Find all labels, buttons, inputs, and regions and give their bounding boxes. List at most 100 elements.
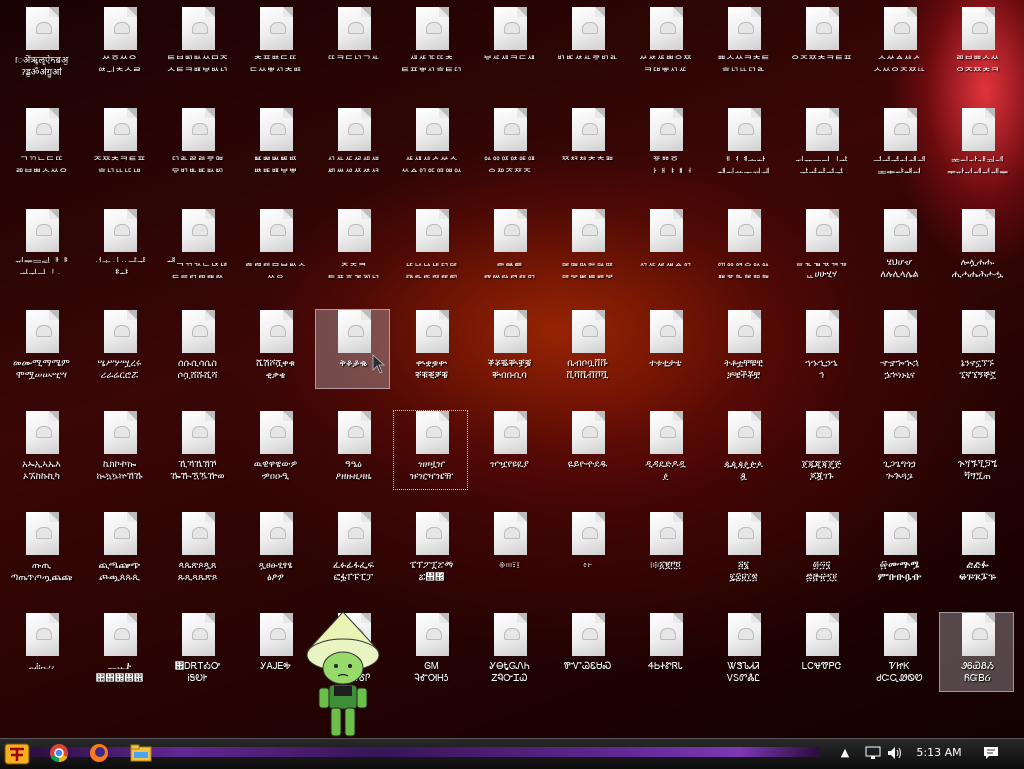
desktop-file-icon[interactable]: ᆴᆵᆶᆷᆸᆹᆺ ᆻᆼ xyxy=(237,208,312,288)
desktop-file-icon[interactable]: ᄽᄷᄹᄈᄋᄍ ᄏᄃᄇᄬᄭᄯ xyxy=(627,6,702,86)
desktop-file-icon[interactable]: ኺኻኼኽኾ ዀዂዃዄዅወ xyxy=(159,410,234,490)
desktop-file-icon[interactable]: ᅑᅒᅓᅔᅕᅖ xyxy=(549,107,624,187)
desktop-file-icon[interactable]: ᄐᄇᄢᄡᄊᄆᄌ ᄉᄐᄏᄪᄫᄡᄓ xyxy=(159,6,234,86)
desktop-file-icon[interactable]: ፔፕፖፗፘፙ ፚ፛፜፝፞፟ xyxy=(393,511,468,591)
desktop-file-icon[interactable]: ᅱᅲᅳᅴᅵᅶ ᅷᅸᅹᅺᅻ xyxy=(783,107,858,187)
desktop-file-icon[interactable]: ᇹᇺᇻᇼᇽᇾ ᇿሀሁሂሃ xyxy=(783,208,858,288)
desktop-file-icon[interactable]: ᎶᎷ ᎸᎹᎺᎻᎼ xyxy=(393,612,468,692)
desktop-file-icon[interactable]: ጡጢ ጣጤጥጦጧጨጩ xyxy=(3,511,78,591)
desktop-file-icon[interactable]: ᄉᄽᅀᄻᄼ ᄉᄊᄋᄌᄍᄔ xyxy=(861,6,936,86)
character-widget[interactable] xyxy=(298,610,388,738)
desktop-file-icon[interactable]: ዲዳዴድዶዷ ዸ xyxy=(627,410,702,490)
desktop-file-icon[interactable]: ᅗᅘᅙ ᅠᅡᅢᅣᅤᅥ xyxy=(627,107,702,187)
desktop-file-icon[interactable]: ኬክኮኯኰ ኲኳኴኵኸኹ xyxy=(81,410,156,490)
desktop-file-icon[interactable]: ᄺᄹᄀᄃᄄᄎ ᄐᄑᄬᄭᄒᄐᄗ xyxy=(393,6,468,86)
desktop-file-icon[interactable]: ᇧᇨᇩᇪᇫᇬ xyxy=(627,208,702,288)
desktop-file-icon[interactable]: ተቱቲታቴ xyxy=(627,309,702,389)
desktop-file-icon[interactable]: ᄈᄉᄊᄏᄎᄐ ᄒᄓᄔᄗᄘ xyxy=(705,6,780,86)
desktop-file-icon[interactable]: ᇛᇜᇝᇞᇟᇠ ᇡᇢᇣᇤᇥᇦ xyxy=(549,208,624,288)
desktop-file-icon[interactable]: ᅆᅇᅈᅉᅊᅋ ᅌᅍᅎᅏᅐ xyxy=(471,107,546,187)
desktop-file-icon[interactable]: ኆኇኈኊኋ ኌኍነኑኒና xyxy=(861,309,936,389)
file-name-label: ᏔᏕᏖᏗᏘ ᏙᏚᏛᏜᏝ xyxy=(726,661,761,684)
desktop-file-icon[interactable]: ሼሽሾሿቀቁ ቂቃቄ xyxy=(237,309,312,389)
desktop-file-icon[interactable]: ፭፮ ፯፰፱፲፳ xyxy=(705,511,780,591)
desktop-file-icon[interactable]: ዦዧየዩዪያ xyxy=(471,410,546,490)
desktop-file-icon[interactable]: ዝዞዟዠ ዡዢዣዤዥ xyxy=(393,410,468,490)
desktop-file-icon[interactable]: ዹዺዻዼዽዾ ዿ xyxy=(705,410,780,490)
desktop-file-icon[interactable]: መሙሚማሜም ሞሟሠሡሢሣ xyxy=(3,309,78,389)
desktop-file-icon[interactable]: ጊጋጌግጎጏ ጐጒጓጔ xyxy=(861,410,936,490)
clock[interactable]: 5:13 AM xyxy=(910,744,968,762)
desktop-file-icon[interactable]: ፠፡።፣፤ xyxy=(471,511,546,591)
desktop-file-icon[interactable]: ፧፨፩፪፫፬ xyxy=(627,511,702,591)
desktop-file-icon[interactable]: ᄞᄠᄷᄮᄛᄞᄘ xyxy=(549,6,624,86)
desktop-file-icon[interactable]: ቤብቦቧቨቩ ቪቫቬቭቮቯ xyxy=(549,309,624,389)
desktop-file-icon[interactable]: ጕጘጙጚጛጜ ጝጞጟጠ xyxy=(939,410,1014,490)
desktop-file-icon[interactable]: ᏤᏥᏦ ᏧᏨᏩᏪᏫᏬ xyxy=(861,612,936,692)
desktop-file-icon[interactable]: ᄣᄤᄥᄦᄧ ᄨᄩᄪᄫᄬ xyxy=(237,107,312,187)
desktop-file-icon[interactable]: ᅼᅽᅾᅿᆀᆁ ᆂᆃᆄᆅᆆ xyxy=(861,107,936,187)
desktop-file-icon[interactable]: ጀጁጂጃጄጅ ጆጇገጉ xyxy=(783,410,858,490)
desktop-file-icon[interactable]: ቅቆቇቈ xyxy=(315,309,390,389)
desktop-file-icon[interactable]: ॎऄ॑ॠॡऐॸॿॶ ॽॾॖॐॳॻॗॴ xyxy=(3,6,78,86)
desktop-file-icon[interactable]: ᎽᎾᎿᏀᏁᏂ ᏃᏄᏅᏆᏇ xyxy=(471,612,546,692)
desktop-file-icon[interactable]: ᄅᄆᄇᄈᄉᄊ ᄋᄌᄍᄎᄏ xyxy=(939,6,1014,86)
desktop-file-icon[interactable]: ሤሥሦሧረሩ ሪራሬርሮሯ xyxy=(81,309,156,389)
desktop-file-icon[interactable]: ᄽᅙᄊᄋ ᅉᅠᅱᅕᄉᄅ xyxy=(81,6,156,86)
desktop-file-icon[interactable]: ᄭᄮᄯᄰᄱᄲ ᄳᄴᄵᄶᄷᄸ xyxy=(315,107,390,187)
desktop-file-icon[interactable]: ዬይዮዯደዱ xyxy=(549,410,624,490)
desktop-file-icon[interactable]: ጪጫጬጭ ጮጯጰጱጲ xyxy=(81,511,156,591)
desktop-file-icon[interactable]: ᄋᄌᄍᄎᄏᄐᄑ xyxy=(783,6,858,86)
desktop-file-icon[interactable]: ᄫᄯᄺᄏᄃᄺ xyxy=(471,6,546,86)
show-hidden-icons-chevron-icon[interactable]: ▲ xyxy=(838,744,852,762)
firefox-icon[interactable] xyxy=(85,741,113,765)
desktop-file-icon[interactable]: ᇭᇮᇯᇰᇱᇲ ᇳᇴᇵᇶᇷᇸ xyxy=(705,208,780,288)
desktop-file-icon[interactable]: ᄌᄍᄎᄏᄐᄑ ᄒᄓᄔᄕᄖ xyxy=(81,107,156,187)
desktop-file-icon[interactable]: ዉዊዋዌውዎ ዏዐዑዒ xyxy=(237,410,312,490)
desktop-file-icon[interactable]: ᎐᎑᎒᎓᎔᎕᎖ xyxy=(3,612,78,692)
desktop-file-icon[interactable]: ᎈᎉᎊ ᎋᎌᎍᎎᎏ xyxy=(939,511,1014,591)
desktop-file-icon[interactable]: ᏎᏏᏐᏑᏒᏓ xyxy=(627,612,702,692)
desktop-file-icon[interactable]: ᎗᎘᎙ ᎚᎛᎜᎝᎞ xyxy=(81,612,156,692)
desktop-file-icon[interactable]: ᏔᏕᏖᏗᏘ ᏙᏚᏛᏜᏝ xyxy=(705,612,780,692)
desktop-file-icon[interactable]: ᇒᇓᇔ ᇕᇖᇗᇘᇙᇚ xyxy=(471,208,546,288)
desktop-file-icon[interactable]: አኡኢኣኤእ ኦኧከኩኪካ xyxy=(3,410,78,490)
desktop-file-icon[interactable]: ᄹᄺᄻᄼᄽᄾ ᄿᅀᅁᅂᅃᅄᅅ xyxy=(393,107,468,187)
action-center-icon[interactable] xyxy=(982,744,1000,762)
desktop-file-icon[interactable]: ሄህሆሇ ለሉሊላሌል xyxy=(861,208,936,288)
desktop-file-icon[interactable]: ᎟ᎠᎡᎢᎣᎤ ᎥᎦᎧᎨ xyxy=(159,612,234,692)
desktop-file-icon[interactable]: ጳጴጵጶጷጸ ጹጺጻጼጽጾ xyxy=(159,511,234,591)
desktop-file-icon[interactable]: ቕቖቘቚቛቜ ቝበቡቢባ xyxy=(471,309,546,389)
desktop-file-icon[interactable]: ፥፦ xyxy=(549,511,624,591)
desktop-file-icon[interactable]: ፼ᎀᎁᎂ ᎃᎄᎅᎆᎇ xyxy=(861,511,936,591)
desktop-file-icon[interactable]: ᆧᆨᆩᆪᆫᆬᆭ ᆮᆯᆰᆱᆲᆳ xyxy=(159,208,234,288)
desktop-file-icon[interactable]: ሎሏሐሑ ሒሓሔሕሖሗ xyxy=(939,208,1014,288)
desktop-file-icon[interactable]: ᄎᄑᄨᄃᄄ ᄃᄊᄬᄭᄎᄧ xyxy=(237,6,312,86)
desktop-file-icon[interactable]: ᇆᇇᇈᇉᇊᇋ ᇌᇍᇎᇏᇐᇑ xyxy=(393,208,468,288)
desktop-file-icon[interactable]: ቊቋቌቍ ቐቑቒቓቔ xyxy=(393,309,468,389)
desktop-file-icon[interactable]: ᄗᄘᄙᄚᄛᄜ ᄝᄞᄟᄠᄡᄢ xyxy=(159,107,234,187)
desktop-file-icon[interactable]: ᄄᄏᄃᄓᄀᄮ xyxy=(315,6,390,86)
desktop-file-icon[interactable]: ዓዔዕ ዖዘዙዚዛዜ xyxy=(315,410,390,490)
desktop-file-icon[interactable]: ጿፀፁፂፃፄ ፅፆፇ xyxy=(237,511,312,591)
desktop-file-icon[interactable]: ሰሱሲሳሴስ ሶሷሸሹሺሻ xyxy=(159,309,234,389)
desktop-file-icon[interactable]: ᄀᄁᄂᄃᄄ ᄅᄆᄇᄈᄉᄊᄋ xyxy=(3,107,78,187)
desktop-file-icon[interactable]: ᆽᆾᆿ ᇀᇁᇂᇃᇄᇅ xyxy=(315,208,390,288)
desktop-file-icon[interactable]: ኀኁኂኃኄ ኅ xyxy=(783,309,858,389)
desktop-file-icon[interactable]: ᏭᏮᏯᏰᏱ ᏲᏳᏴᏵ xyxy=(939,612,1014,692)
desktop-file-icon[interactable]: ኔንኖኗኘኙ ኚኛኜኝኞኟ xyxy=(939,309,1014,389)
desktop-file-icon[interactable]: ትቶቷቸቹቺ ቻቼችቾቿ xyxy=(705,309,780,389)
desktop-file-icon[interactable]: ፴፵፶ ፷፸፹፺፻ xyxy=(783,511,858,591)
desktop-file-icon[interactable]: ᆟᆠᆡᆢᆣᆤ ᆥᆦ xyxy=(81,208,156,288)
desktop-file-icon[interactable]: ᏈᏉᏊᏋᏌᏍ xyxy=(549,612,624,692)
network-icon[interactable] xyxy=(864,744,882,762)
chrome-icon[interactable] xyxy=(45,741,73,765)
desktop-file-icon[interactable]: ᅦᅧᅨᅩᅪ ᅫᅬᅭᅮᅯᅰ xyxy=(705,107,780,187)
desktop-file-icon[interactable]: ፈፉፊፋፌፍ ፎፏፐፑፒፓ xyxy=(315,511,390,591)
file-explorer-icon[interactable] xyxy=(127,741,155,765)
desktop-file-icon[interactable]: ᏞᏟᏠᏡᏢᏣ xyxy=(783,612,858,692)
desktop-file-icon[interactable]: ᆇᆈᆉᆊᆋᆌ ᆍᆎᆏᆐᆑᆒᆓ xyxy=(939,107,1014,187)
volume-icon[interactable] xyxy=(886,744,904,762)
desktop-file-icon[interactable]: ᆔᆕᆖᆗᆘᆙ ᆚᆛᆜᆝᆞ xyxy=(3,208,78,288)
start-button[interactable] xyxy=(2,740,32,767)
